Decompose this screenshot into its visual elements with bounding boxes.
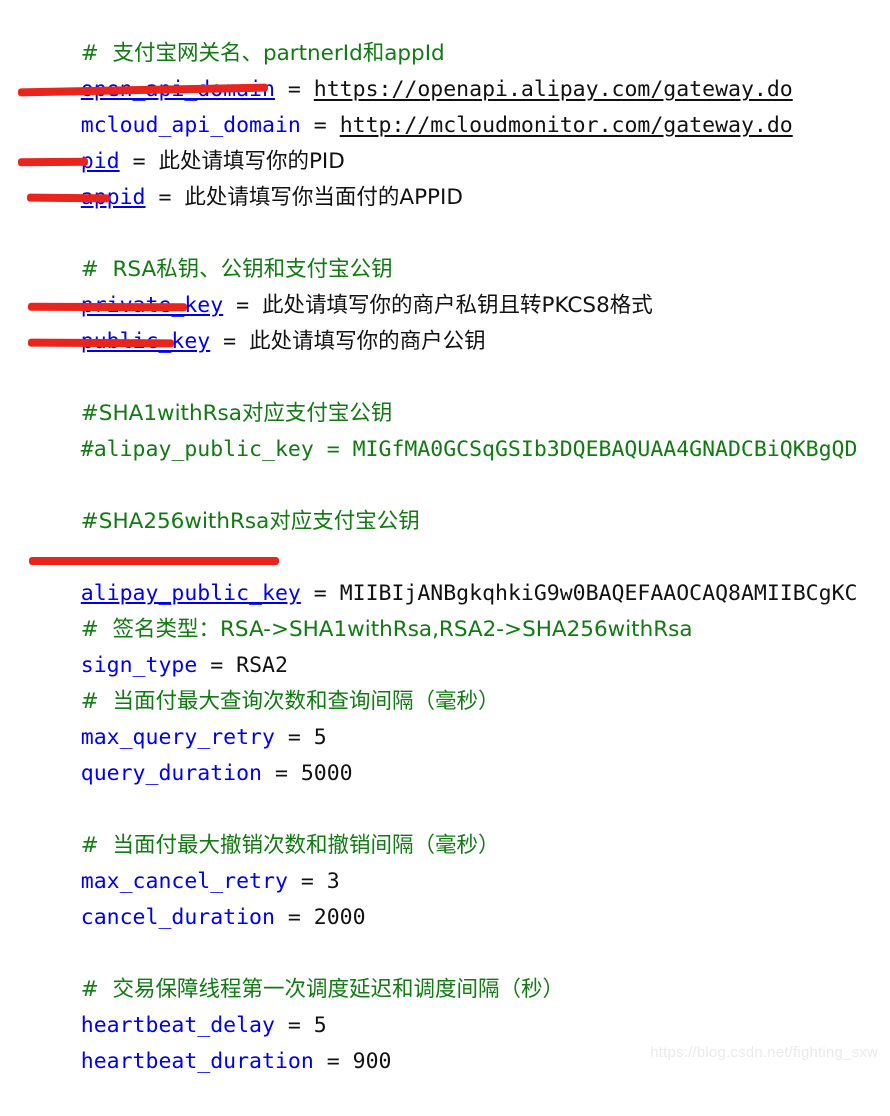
- config-key-appid[interactable]: appid: [81, 185, 146, 210]
- comment-text: #SHA1withRsa对应支付宝公钥: [80, 401, 393, 426]
- config-key-private-key[interactable]: private_key: [81, 293, 223, 318]
- equals-sign: =: [119, 149, 159, 174]
- code-line-comment-sha1: #SHA1withRsa对应支付宝公钥: [0, 360, 890, 426]
- config-key-max-query-retry[interactable]: max_query_retry: [81, 725, 275, 750]
- config-value-private-key: 此处请填写你的商户私钥且转PKCS8格式: [262, 293, 653, 318]
- config-value-cancel-duration: 2000: [313, 905, 366, 930]
- code-line-comment-gateway: # 支付宝网关名、partnerId和appId: [0, 0, 890, 66]
- config-value-public-key: 此处请填写你的商户公钥: [249, 329, 486, 354]
- config-key-heartbeat-duration[interactable]: heartbeat_duration: [81, 1049, 314, 1074]
- config-key-sign-type[interactable]: sign_type: [81, 653, 198, 678]
- equals-sign: =: [287, 869, 327, 894]
- code-line-comment-sha256: #SHA256withRsa对应支付宝公钥: [0, 468, 890, 534]
- config-key-mcloud-api-domain[interactable]: mcloud_api_domain: [81, 113, 301, 138]
- comment-text: #SHA256withRsa对应支付宝公钥: [80, 509, 420, 534]
- equals-sign: =: [210, 329, 250, 354]
- code-line-comment-heartbeat: # 交易保障线程第一次调度延迟和调度间隔（秒）: [0, 936, 890, 1002]
- config-key-pid[interactable]: pid: [81, 149, 120, 174]
- config-value-max-cancel-retry: 3: [326, 869, 340, 894]
- config-key-public-key[interactable]: public_key: [81, 329, 210, 354]
- config-value-appid: 此处请填写你当面付的APPID: [184, 185, 463, 210]
- config-value-sign-type: RSA2: [236, 653, 288, 678]
- comment-text: #alipay_public_key = MIGfMA0GCSqGSIb3DQE…: [80, 437, 858, 462]
- comment-text: # 当面付最大查询次数和查询间隔（毫秒）: [80, 689, 500, 714]
- config-key-alipay-public-key[interactable]: alipay_public_key: [81, 581, 301, 606]
- equals-sign: =: [274, 725, 314, 750]
- code-line-comment-cancel: # 当面付最大撤销次数和撤销间隔（毫秒）: [0, 792, 890, 858]
- equals-sign: =: [300, 113, 340, 138]
- equals-sign: =: [274, 1013, 314, 1038]
- csdn-watermark: https://blog.csdn.net/fighting_sxw: [650, 1044, 878, 1061]
- equals-sign: =: [300, 581, 340, 606]
- config-key-max-cancel-retry[interactable]: max_cancel_retry: [81, 869, 288, 894]
- equals-sign: =: [274, 905, 314, 930]
- comment-text: # 交易保障线程第一次调度延迟和调度间隔（秒）: [80, 977, 564, 1002]
- config-key-heartbeat-delay[interactable]: heartbeat_delay: [81, 1013, 275, 1038]
- comment-text: # 支付宝网关名、partnerId和appId: [80, 41, 445, 66]
- equals-sign: =: [223, 293, 263, 318]
- config-file-view: # 支付宝网关名、partnerId和appId open_api_domain…: [0, 0, 890, 1074]
- config-key-cancel-duration[interactable]: cancel_duration: [81, 905, 275, 930]
- equals-sign: =: [274, 77, 314, 102]
- config-value-query-duration: 5000: [300, 761, 353, 786]
- config-value-pid: 此处请填写你的PID: [158, 149, 345, 174]
- config-value-open-api-domain[interactable]: https://openapi.alipay.com/gateway.do: [314, 77, 793, 102]
- equals-sign: =: [313, 1049, 353, 1074]
- config-key-open-api-domain[interactable]: open_api_domain: [81, 77, 275, 102]
- equals-sign: =: [262, 761, 301, 786]
- config-value-heartbeat-delay: 5: [313, 1013, 327, 1038]
- comment-text: # RSA私钥、公钥和支付宝公钥: [80, 257, 393, 282]
- config-value-alipay-public-key: MIIBIjANBgkqhkiG9w0BAQEFAAOCAQ8AMIIBCgKC: [339, 581, 858, 606]
- config-value-heartbeat-duration: 900: [352, 1049, 392, 1074]
- config-value-max-query-retry: 5: [313, 725, 327, 750]
- equals-sign: =: [197, 653, 237, 678]
- code-line-comment-rsa-keys: # RSA私钥、公钥和支付宝公钥: [0, 216, 890, 282]
- comment-text: # 签名类型：RSA->SHA1withRsa,RSA2->SHA256with…: [80, 617, 693, 642]
- config-value-mcloud-api-domain[interactable]: http://mcloudmonitor.com/gateway.do: [340, 113, 793, 138]
- equals-sign: =: [145, 185, 185, 210]
- comment-text: # 当面付最大撤销次数和撤销间隔（毫秒）: [80, 833, 500, 858]
- config-key-query-duration[interactable]: query_duration: [81, 761, 262, 786]
